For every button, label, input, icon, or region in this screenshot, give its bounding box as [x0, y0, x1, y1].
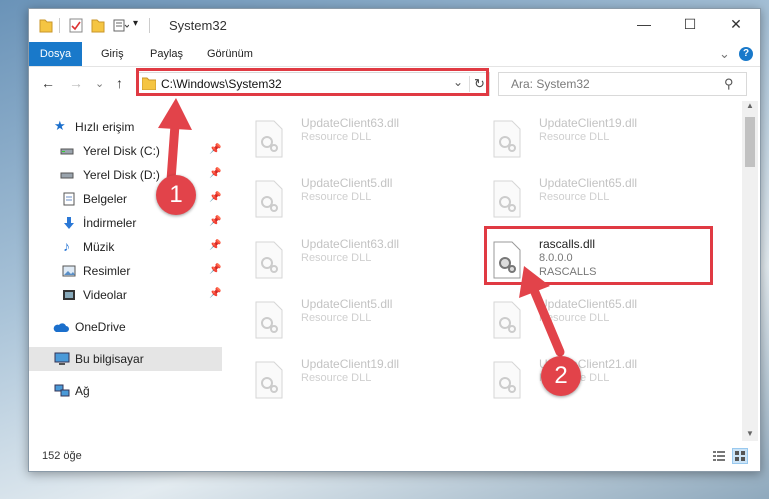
arrow-to-file [519, 266, 565, 357]
arrow-to-address-bar [158, 98, 192, 185]
step-2-badge: 2 [541, 356, 581, 396]
step-1-badge: 1 [156, 175, 196, 215]
annotation-arrows [158, 98, 565, 357]
